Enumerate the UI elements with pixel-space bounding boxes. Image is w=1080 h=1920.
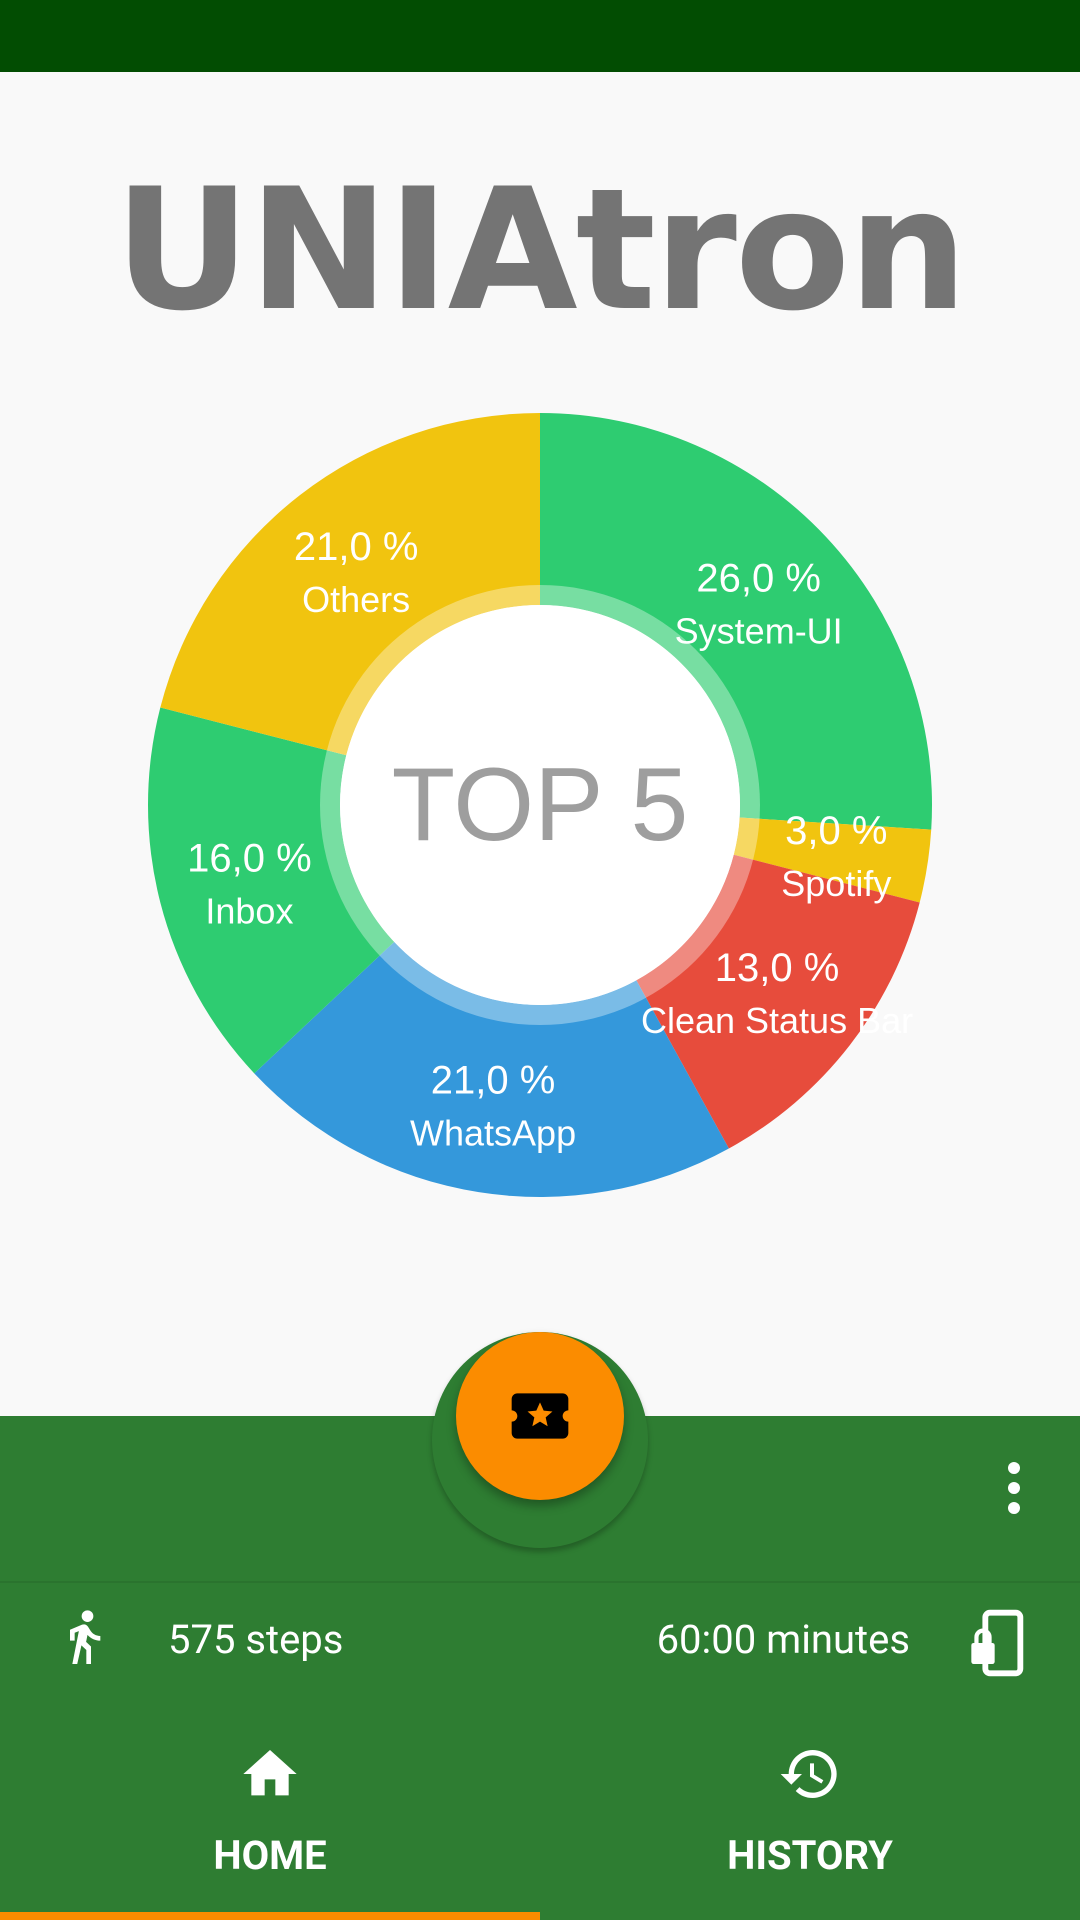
slice-value-label: 21,0 % bbox=[294, 525, 419, 569]
stats-row: 575 steps 60:00 minutes bbox=[0, 1586, 1080, 1694]
chart-center-label: TOP 5 bbox=[392, 747, 689, 863]
steps-count: 575 steps bbox=[168, 1616, 344, 1663]
minutes-count: 60:00 minutes bbox=[656, 1616, 910, 1663]
slice-name-label: WhatsApp bbox=[410, 1112, 576, 1153]
home-icon bbox=[243, 1750, 297, 1796]
slice-name-label: System-UI bbox=[675, 611, 843, 652]
nav-home-label: HOME bbox=[213, 1832, 327, 1879]
history-icon bbox=[780, 1750, 837, 1798]
walk-icon bbox=[70, 1610, 101, 1664]
slice-value-label: 26,0 % bbox=[696, 557, 821, 601]
nav-history-label: HISTORY bbox=[727, 1832, 893, 1879]
usage-donut-chart: TOP 5 26,0 % System-UI 3,0 % Spotify 13,0 % C… bbox=[140, 405, 940, 1205]
slice-value-label: 3,0 % bbox=[785, 809, 887, 853]
status-bar bbox=[0, 0, 1080, 72]
more-vert-dot bbox=[1008, 1482, 1020, 1494]
phone-lock-icon bbox=[971, 1609, 1024, 1677]
slice-value-label: 16,0 % bbox=[187, 837, 312, 881]
slice-value-label: 21,0 % bbox=[431, 1058, 556, 1102]
nav-home-tab[interactable]: HOME bbox=[0, 1720, 540, 1920]
active-tab-indicator bbox=[0, 1912, 540, 1920]
slice-value-label: 13,0 % bbox=[715, 946, 840, 990]
panel-divider bbox=[0, 1581, 1080, 1583]
app-logo: UNIAtron bbox=[114, 152, 968, 348]
more-vert-dot bbox=[1008, 1502, 1020, 1514]
donut-chart-svg: TOP 5 26,0 % System-UI 3,0 % Spotify 13,0 % C… bbox=[148, 413, 932, 1197]
more-options-button[interactable] bbox=[990, 1456, 1038, 1520]
slice-name-label: Clean Status Bar bbox=[641, 1000, 913, 1041]
ticket-star-icon bbox=[511, 1393, 569, 1439]
slice-name-label: Spotify bbox=[781, 863, 891, 904]
nav-history-tab[interactable]: HISTORY bbox=[540, 1720, 1080, 1920]
more-vert-icon bbox=[1008, 1462, 1020, 1474]
slice-name-label: Inbox bbox=[205, 891, 293, 932]
slice-name-label: Others bbox=[302, 579, 410, 620]
reward-fab-button[interactable] bbox=[456, 1332, 624, 1500]
